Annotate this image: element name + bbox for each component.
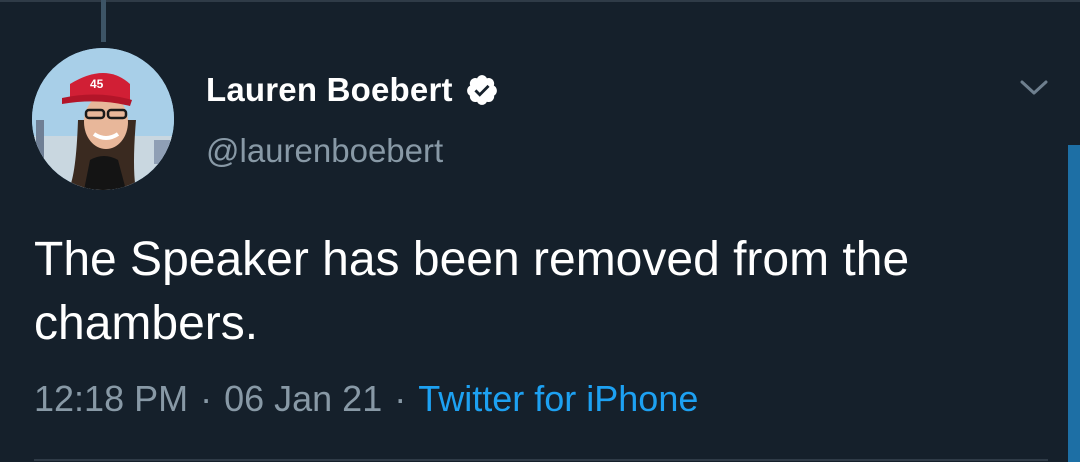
tweet-header: Lauren Boebert @laurenboebert — [206, 68, 499, 170]
tweet-source-link[interactable]: Twitter for iPhone — [418, 378, 698, 419]
user-handle[interactable]: @laurenboebert — [206, 132, 499, 170]
name-row: Lauren Boebert — [206, 68, 499, 112]
scrollbar[interactable] — [1068, 145, 1080, 462]
meta-separator: · — [394, 378, 407, 419]
verified-badge-icon — [465, 73, 499, 107]
chevron-down-icon[interactable] — [1018, 76, 1050, 100]
avatar[interactable]: 45 — [32, 48, 174, 190]
display-name[interactable]: Lauren Boebert — [206, 71, 453, 109]
tweet-time[interactable]: 12:18 PM — [34, 378, 188, 419]
top-divider — [0, 0, 1080, 2]
hat-number: 45 — [90, 77, 104, 91]
tweet-card[interactable]: 45 Lauren Boebert @laurenboebert The Spe… — [0, 0, 1080, 462]
tweet-text: The Speaker has been removed from the ch… — [34, 233, 910, 350]
thread-connector-line — [101, 0, 106, 42]
bottom-divider — [34, 459, 1048, 461]
tweet-meta: 12:18 PM · 06 Jan 21 · Twitter for iPhone — [34, 378, 698, 420]
meta-separator: · — [200, 378, 213, 419]
tweet-date[interactable]: 06 Jan 21 — [224, 378, 382, 419]
